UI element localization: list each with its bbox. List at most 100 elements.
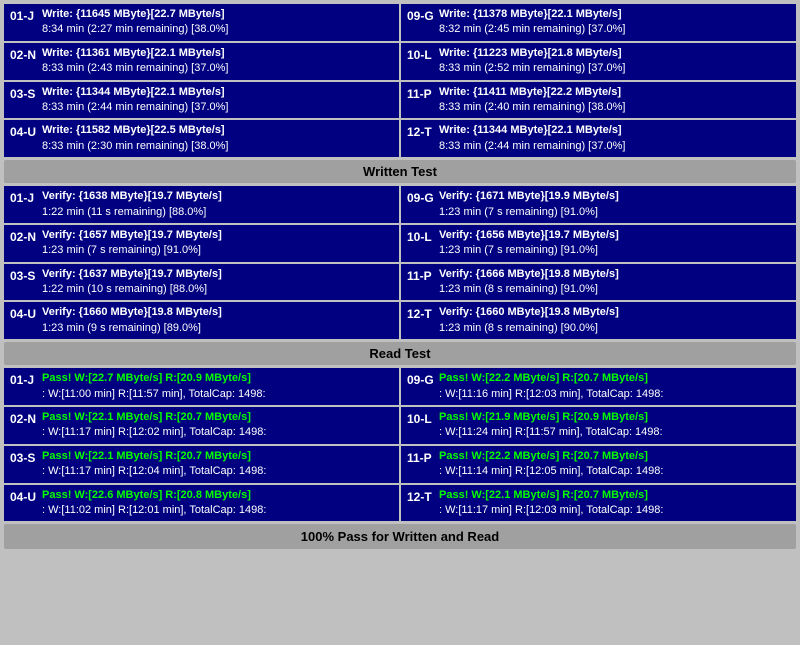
cell-line2: 1:23 min (7 s remaining) [91.0%] — [439, 243, 790, 258]
cell-line2: 1:23 min (7 s remaining) [91.0%] — [439, 205, 790, 220]
cell-line1: Verify: {1666 MByte}[19.8 MByte/s] — [439, 267, 790, 282]
cell-line2: : W:[11:24 min] R:[11:57 min], TotalCap:… — [439, 425, 790, 440]
cell-line1: Pass! W:[22.1 MByte/s] R:[20.7 MByte/s] — [42, 449, 393, 464]
cell-10l: 10-L Verify: {1656 MByte}[19.7 MByte/s]1:… — [401, 225, 796, 262]
cell-line1: Verify: {1660 MByte}[19.8 MByte/s] — [439, 305, 790, 320]
cell-line2: 8:33 min (2:30 min remaining) [38.0%] — [42, 139, 393, 154]
cell-line1: Pass! W:[22.2 MByte/s] R:[20.7 MByte/s] — [439, 371, 790, 386]
cell-line2: 1:22 min (11 s remaining) [88.0%] — [42, 205, 393, 220]
cell-label: 01-J — [10, 371, 38, 387]
cell-label: 04-U — [10, 305, 38, 321]
cell-label: 12-T — [407, 123, 435, 139]
cell-label: 09-G — [407, 371, 435, 387]
cell-line1: Verify: {1660 MByte}[19.8 MByte/s] — [42, 305, 393, 320]
cell-line2: : W:[11:16 min] R:[12:03 min], TotalCap:… — [439, 387, 790, 402]
cell-04u: 04-U Pass! W:[22.6 MByte/s] R:[20.8 MByte… — [4, 485, 399, 522]
cell-line1: Write: {11344 MByte}[22.1 MByte/s] — [42, 85, 393, 100]
cell-line1: Pass! W:[22.1 MByte/s] R:[20.7 MByte/s] — [439, 488, 790, 503]
footer-status: 100% Pass for Written and Read — [4, 524, 796, 549]
cell-line2: 1:22 min (10 s remaining) [88.0%] — [42, 282, 393, 297]
cell-line1: Pass! W:[22.7 MByte/s] R:[20.9 MByte/s] — [42, 371, 393, 386]
cell-10l: 10-L Write: {11223 MByte}[21.8 MByte/s]8:… — [401, 43, 796, 80]
read-section: 01-J Pass! W:[22.7 MByte/s] R:[20.9 MByte… — [4, 368, 796, 521]
cell-line1: Write: {11582 MByte}[22.5 MByte/s] — [42, 123, 393, 138]
cell-line1: Write: {11223 MByte}[21.8 MByte/s] — [439, 46, 790, 61]
cell-label: 11-P — [407, 85, 435, 101]
cell-label: 11-P — [407, 267, 435, 283]
main-container: 01-JWrite: {11645 MByte}[22.7 MByte/s]8:… — [0, 0, 800, 553]
cell-line1: Pass! W:[22.1 MByte/s] R:[20.7 MByte/s] — [42, 410, 393, 425]
cell-02n: 02-N Pass! W:[22.1 MByte/s] R:[20.7 MByte… — [4, 407, 399, 444]
cell-09g: 09-G Write: {11378 MByte}[22.1 MByte/s]8:… — [401, 4, 796, 41]
cell-line1: Verify: {1638 MByte}[19.7 MByte/s] — [42, 189, 393, 204]
cell-label: 09-G — [407, 7, 435, 23]
read-grid: 01-J Pass! W:[22.7 MByte/s] R:[20.9 MByte… — [4, 368, 796, 521]
cell-line2: 1:23 min (9 s remaining) [89.0%] — [42, 321, 393, 336]
cell-line1: Verify: {1656 MByte}[19.7 MByte/s] — [439, 228, 790, 243]
cell-03s: 03-SWrite: {11344 MByte}[22.1 MByte/s]8:… — [4, 82, 399, 119]
cell-11p: 11-P Pass! W:[22.2 MByte/s] R:[20.7 MByte… — [401, 446, 796, 483]
cell-02n: 02-N Verify: {1657 MByte}[19.7 MByte/s]1:… — [4, 225, 399, 262]
cell-label: 11-P — [407, 449, 435, 465]
cell-01j: 01-J Write: {11645 MByte}[22.7 MByte/s]8:… — [4, 4, 399, 41]
cell-line2: 8:33 min (2:52 min remaining) [37.0%] — [439, 61, 790, 76]
write-section: 01-JWrite: {11645 MByte}[22.7 MByte/s]8:… — [4, 4, 796, 183]
cell-label: 10-L — [407, 46, 435, 62]
cell-04u: 04-U Write: {11582 MByte}[22.5 MByte/s]8:… — [4, 120, 399, 157]
verify-section: 01-JVerify: {1638 MByte}[19.7 MByte/s]1:… — [4, 186, 796, 339]
cell-label: 02-N — [10, 228, 38, 244]
cell-line1: Pass! W:[22.6 MByte/s] R:[20.8 MByte/s] — [42, 488, 393, 503]
cell-line2: 8:34 min (2:27 min remaining) [38.0%] — [42, 22, 393, 37]
cell-line1: Verify: {1637 MByte}[19.7 MByte/s] — [42, 267, 393, 282]
cell-12t: 12-T Write: {11344 MByte}[22.1 MByte/s]8:… — [401, 120, 796, 157]
cell-line1: Write: {11361 MByte}[22.1 MByte/s] — [42, 46, 393, 61]
cell-line2: : W:[11:14 min] R:[12:05 min], TotalCap:… — [439, 464, 790, 479]
cell-line1: Write: {11344 MByte}[22.1 MByte/s] — [439, 123, 790, 138]
cell-01j: 01-J Pass! W:[22.7 MByte/s] R:[20.9 MByte… — [4, 368, 399, 405]
cell-label: 04-U — [10, 123, 38, 139]
cell-line2: : W:[11:17 min] R:[12:04 min], TotalCap:… — [42, 464, 393, 479]
write-grid: 01-JWrite: {11645 MByte}[22.7 MByte/s]8:… — [4, 4, 796, 157]
read-header: Read Test — [4, 342, 796, 365]
cell-line2: 8:32 min (2:45 min remaining) [37.0%] — [439, 22, 790, 37]
cell-12t: 12-T Pass! W:[22.1 MByte/s] R:[20.7 MByte… — [401, 485, 796, 522]
cell-label: 09-G — [407, 189, 435, 205]
cell-line2: 8:33 min (2:43 min remaining) [37.0%] — [42, 61, 393, 76]
cell-line2: 8:33 min (2:40 min remaining) [38.0%] — [439, 100, 790, 115]
cell-line2: : W:[11:17 min] R:[12:02 min], TotalCap:… — [42, 425, 393, 440]
cell-line1: Verify: {1671 MByte}[19.9 MByte/s] — [439, 189, 790, 204]
cell-line1: Verify: {1657 MByte}[19.7 MByte/s] — [42, 228, 393, 243]
cell-label: 02-N — [10, 46, 38, 62]
cell-label: 10-L — [407, 228, 435, 244]
cell-10l: 10-L Pass! W:[21.9 MByte/s] R:[20.9 MByte… — [401, 407, 796, 444]
cell-09g: 09-G Pass! W:[22.2 MByte/s] R:[20.7 MByte… — [401, 368, 796, 405]
cell-line2: 8:33 min (2:44 min remaining) [37.0%] — [42, 100, 393, 115]
cell-label: 03-S — [10, 449, 38, 465]
cell-label: 12-T — [407, 488, 435, 504]
cell-line2: : W:[11:17 min] R:[12:03 min], TotalCap:… — [439, 503, 790, 518]
cell-03s: 03-SVerify: {1637 MByte}[19.7 MByte/s]1:… — [4, 264, 399, 301]
cell-04u: 04-U Verify: {1660 MByte}[19.8 MByte/s]1:… — [4, 302, 399, 339]
cell-11p: 11-P Verify: {1666 MByte}[19.8 MByte/s]1:… — [401, 264, 796, 301]
cell-12t: 12-T Verify: {1660 MByte}[19.8 MByte/s]1:… — [401, 302, 796, 339]
cell-label: 04-U — [10, 488, 38, 504]
cell-line1: Write: {11645 MByte}[22.7 MByte/s] — [42, 7, 393, 22]
cell-line2: 1:23 min (8 s remaining) [90.0%] — [439, 321, 790, 336]
cell-label: 12-T — [407, 305, 435, 321]
cell-line1: Write: {11411 MByte}[22.2 MByte/s] — [439, 85, 790, 100]
cell-label: 01-J — [10, 7, 38, 23]
cell-02n: 02-N Write: {11361 MByte}[22.1 MByte/s]8:… — [4, 43, 399, 80]
cell-label: 01-J — [10, 189, 38, 205]
cell-03s: 03-S Pass! W:[22.1 MByte/s] R:[20.7 MByte… — [4, 446, 399, 483]
cell-label: 02-N — [10, 410, 38, 426]
cell-line1: Write: {11378 MByte}[22.1 MByte/s] — [439, 7, 790, 22]
cell-line1: Pass! W:[22.2 MByte/s] R:[20.7 MByte/s] — [439, 449, 790, 464]
cell-line2: 8:33 min (2:44 min remaining) [37.0%] — [439, 139, 790, 154]
cell-line1: Pass! W:[21.9 MByte/s] R:[20.9 MByte/s] — [439, 410, 790, 425]
cell-line2: 1:23 min (8 s remaining) [91.0%] — [439, 282, 790, 297]
cell-line2: 1:23 min (7 s remaining) [91.0%] — [42, 243, 393, 258]
verify-grid: 01-JVerify: {1638 MByte}[19.7 MByte/s]1:… — [4, 186, 796, 339]
cell-label: 10-L — [407, 410, 435, 426]
write-header: Written Test — [4, 160, 796, 183]
cell-01j: 01-J Verify: {1638 MByte}[19.7 MByte/s]1:… — [4, 186, 399, 223]
